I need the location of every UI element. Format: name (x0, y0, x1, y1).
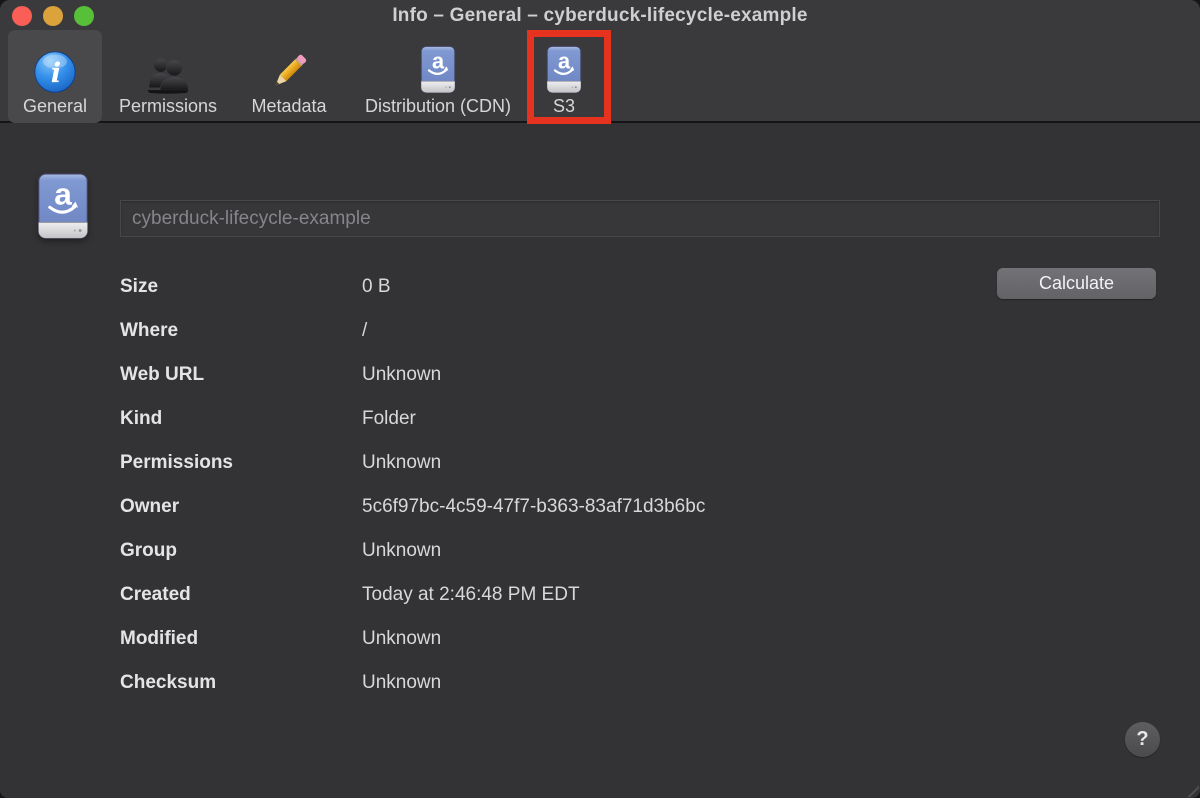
s3-drive-icon: a (34, 172, 92, 245)
resize-grip[interactable] (1186, 784, 1199, 797)
info-field-row: Web URLUnknown (120, 353, 705, 397)
calculate-button[interactable]: Calculate (997, 268, 1156, 299)
field-value: Unknown (362, 452, 705, 474)
field-value: / (362, 320, 705, 342)
info-field-row: GroupUnknown (120, 529, 705, 573)
info-window: Info – General – cyberduck-lifecycle-exa… (0, 0, 1200, 798)
field-value: 0 B (362, 276, 705, 298)
tab-label: S3 (553, 96, 575, 117)
s3-drive-icon: a (418, 38, 458, 94)
help-button[interactable]: ? (1125, 722, 1160, 757)
pencil-icon (267, 38, 311, 94)
field-value: Today at 2:46:48 PM EDT (362, 584, 705, 606)
info-field-row: Where/ (120, 309, 705, 353)
field-label: Checksum (120, 672, 362, 694)
tab-metadata[interactable]: Metadata (235, 30, 343, 123)
svg-text:a: a (432, 49, 445, 74)
field-label: Kind (120, 408, 362, 430)
field-value: Folder (362, 408, 705, 430)
tab-distribution-cdn[interactable]: a Distribution (CDN) (350, 30, 526, 123)
tab-permissions[interactable]: Permissions (110, 30, 226, 123)
zoom-button[interactable] (74, 6, 94, 26)
info-field-row: KindFolder (120, 397, 705, 441)
svg-text:a: a (558, 49, 571, 74)
tab-label: Permissions (119, 96, 217, 117)
svg-text:i: i (51, 57, 61, 89)
info-fields: Size0 BWhere/Web URLUnknownKindFolderPer… (120, 265, 705, 705)
general-pane: a Size0 BWhere/Web URLUnknownKindFolderP… (0, 125, 1200, 798)
window-chrome: Info – General – cyberduck-lifecycle-exa… (0, 0, 1200, 123)
info-field-row: CreatedToday at 2:46:48 PM EDT (120, 573, 705, 617)
minimize-button[interactable] (43, 6, 63, 26)
people-icon (143, 38, 193, 94)
tab-label: General (23, 96, 87, 117)
field-label: Web URL (120, 364, 362, 386)
titlebar[interactable]: Info – General – cyberduck-lifecycle-exa… (0, 0, 1200, 30)
info-field-row: Size0 B (120, 265, 705, 309)
field-value: Unknown (362, 364, 705, 386)
info-field-row: ChecksumUnknown (120, 661, 705, 705)
field-label: Permissions (120, 452, 362, 474)
tab-s3[interactable]: a S3 (528, 30, 600, 123)
field-value: Unknown (362, 672, 705, 694)
field-value: Unknown (362, 628, 705, 650)
field-label: Group (120, 540, 362, 562)
tab-label: Metadata (251, 96, 326, 117)
field-label: Owner (120, 496, 362, 518)
info-field-row: ModifiedUnknown (120, 617, 705, 661)
field-label: Where (120, 320, 362, 342)
field-value: Unknown (362, 540, 705, 562)
window-title: Info – General – cyberduck-lifecycle-exa… (0, 0, 1200, 30)
info-field-row: PermissionsUnknown (120, 441, 705, 485)
filename-input[interactable] (120, 200, 1160, 237)
tab-label: Distribution (CDN) (365, 96, 511, 117)
close-button[interactable] (12, 6, 32, 26)
field-label: Modified (120, 628, 362, 650)
traffic-lights (12, 6, 94, 26)
s3-drive-icon: a (544, 38, 584, 94)
info-field-row: Owner5c6f97bc-4c59-47f7-b363-83af71d3b6b… (120, 485, 705, 529)
tab-general[interactable]: i General (8, 30, 102, 123)
field-value: 5c6f97bc-4c59-47f7-b363-83af71d3b6bc (362, 496, 705, 518)
field-label: Created (120, 584, 362, 606)
field-label: Size (120, 276, 362, 298)
info-icon: i (33, 38, 77, 94)
svg-text:a: a (54, 177, 72, 211)
toolbar-tabs: i General Permissions Metadata (8, 30, 600, 123)
